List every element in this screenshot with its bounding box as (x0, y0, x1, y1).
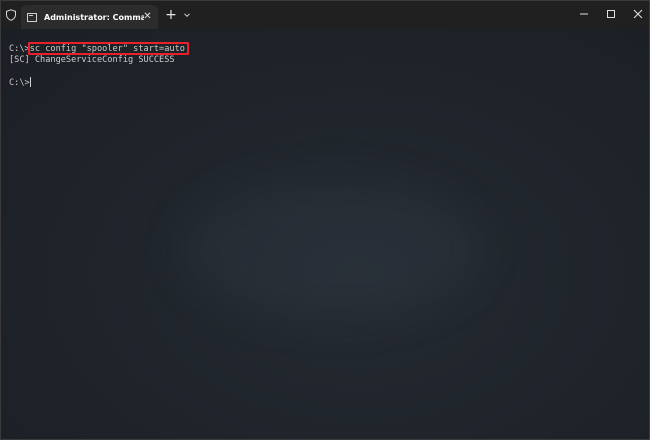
tab-close-button[interactable]: ✕ (143, 12, 152, 22)
tab-title: Administrator: Command Prom (44, 12, 144, 22)
prompt: C:\> (9, 44, 30, 54)
shield-icon (6, 9, 16, 21)
maximize-button[interactable] (601, 5, 621, 23)
chevron-down-icon[interactable] (181, 9, 193, 21)
output-line: [SC] ChangeServiceConfig SUCCESS (9, 55, 175, 65)
terminal-icon (27, 12, 37, 22)
command-highlight-box (28, 42, 189, 55)
current-prompt-line[interactable]: C:\> (9, 77, 31, 89)
new-tab-button[interactable]: + (165, 8, 177, 22)
background-glow (181, 179, 481, 319)
text-cursor (29, 77, 31, 87)
minimize-button[interactable] (574, 5, 594, 23)
title-bar: Administrator: Command Prom ✕ + (1, 1, 649, 29)
terminal-output-area[interactable]: C:\>sc config "spooler" start=auto [SC] … (1, 29, 649, 439)
prompt: C:\> (9, 78, 30, 88)
terminal-window: Administrator: Command Prom ✕ + C:\>sc c… (0, 0, 650, 440)
close-window-button[interactable] (628, 5, 648, 23)
tab-command-prompt[interactable]: Administrator: Command Prom ✕ (21, 5, 158, 29)
